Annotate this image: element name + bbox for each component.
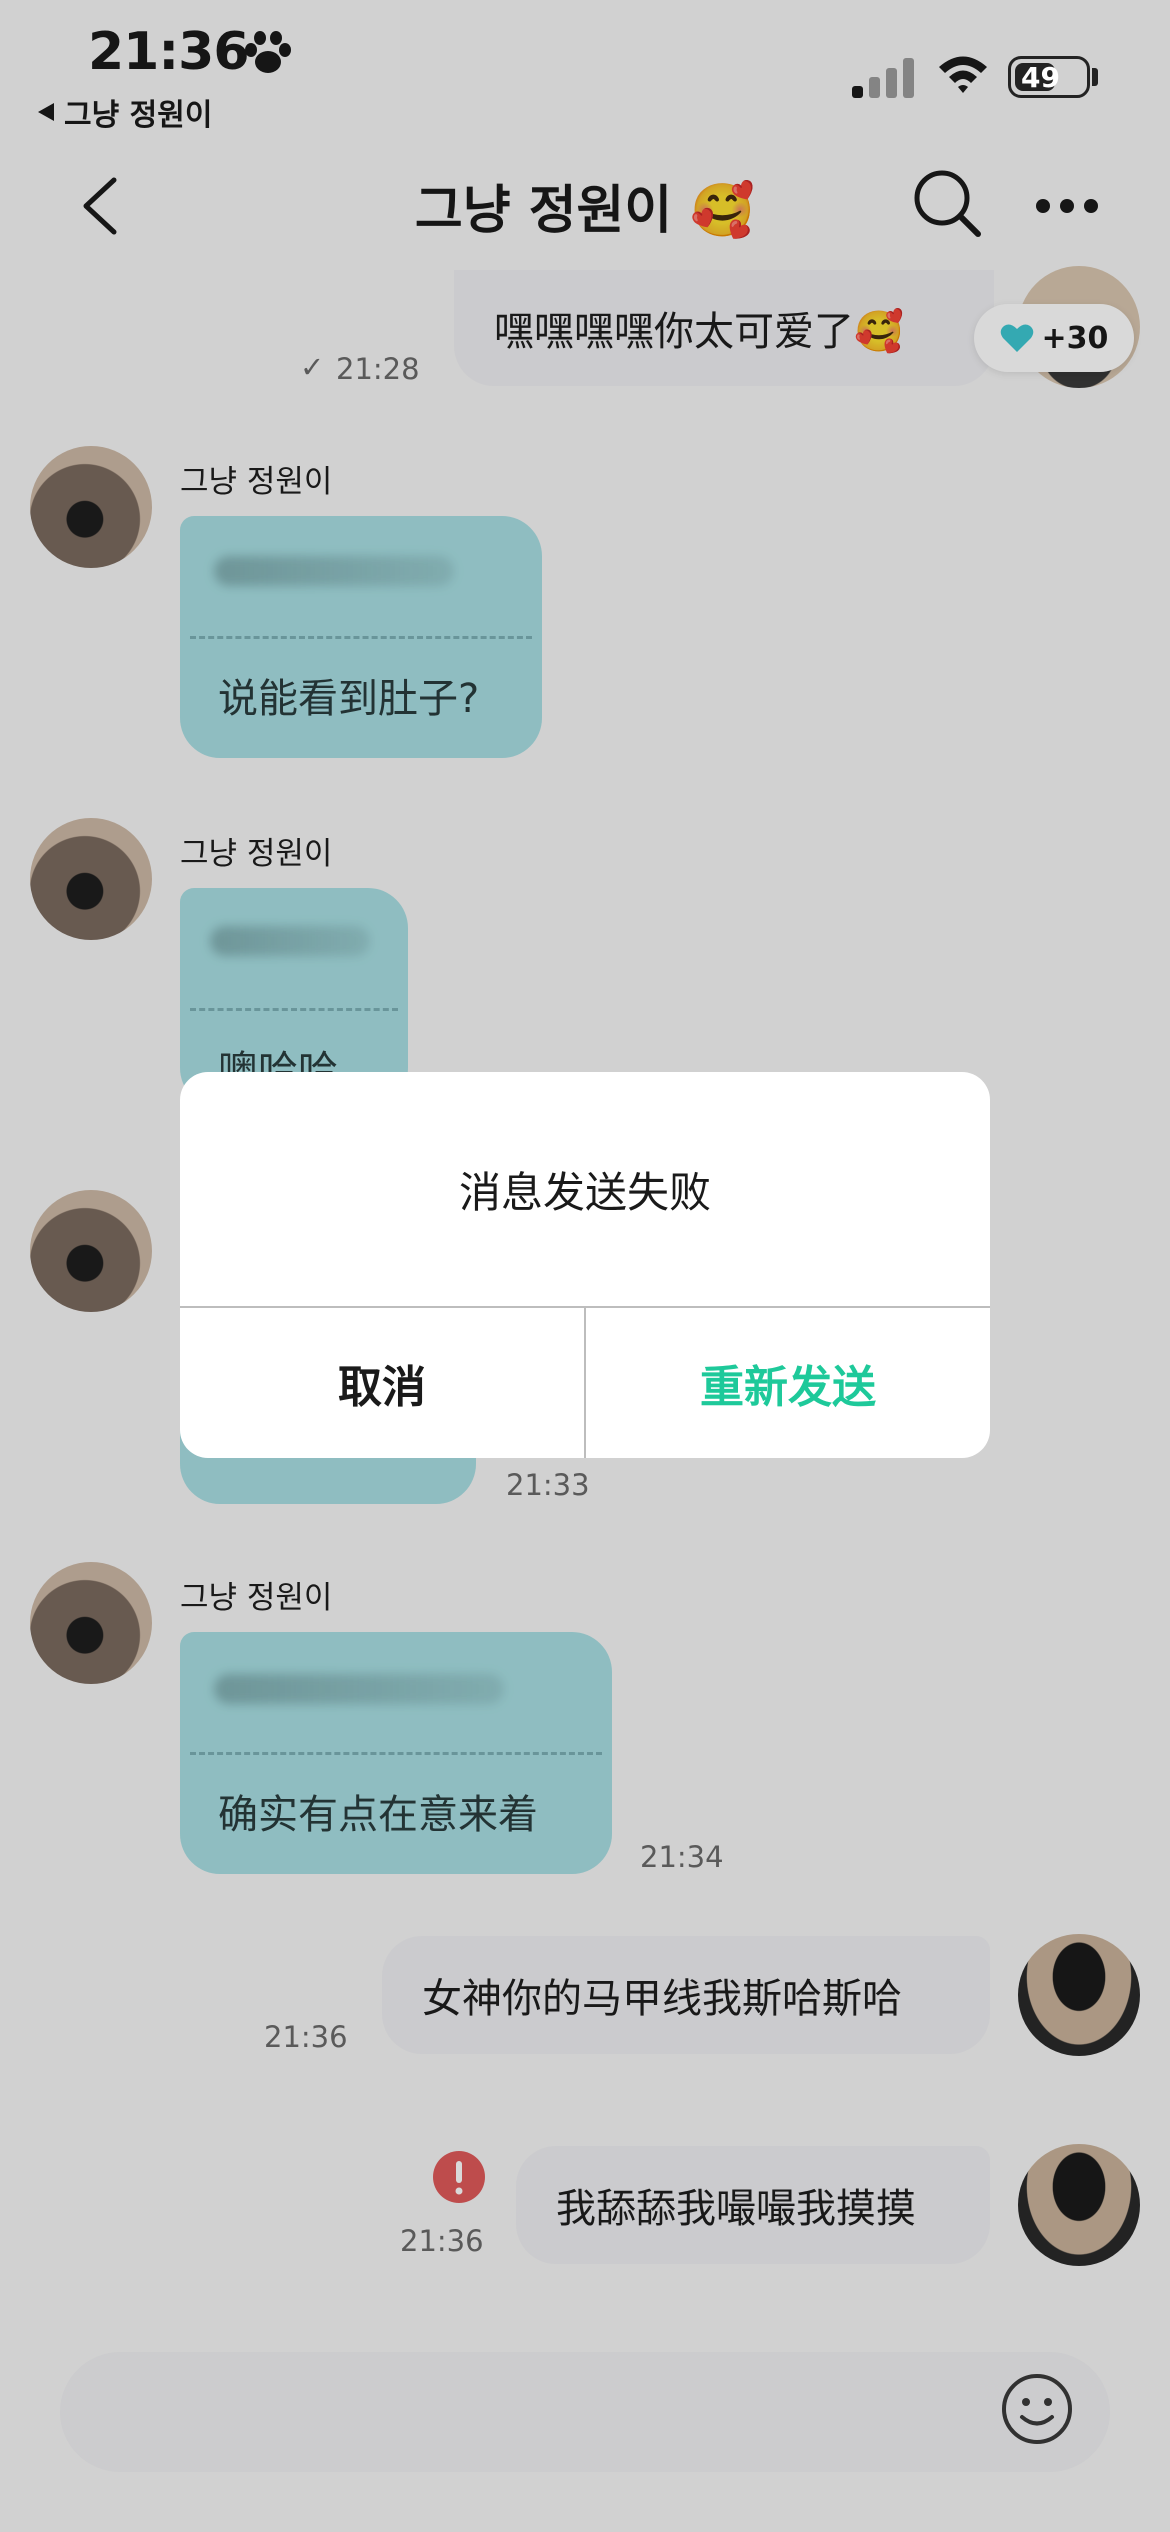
resend-button[interactable]: 重新发送 bbox=[586, 1308, 990, 1458]
dialog-title: 消息发送失败 bbox=[458, 1167, 711, 1217]
cancel-button[interactable]: 取消 bbox=[180, 1308, 584, 1458]
send-failed-dialog: 消息发送失败 取消 重新发送 bbox=[180, 1072, 990, 1458]
battery-level: 49 bbox=[1021, 60, 1060, 94]
